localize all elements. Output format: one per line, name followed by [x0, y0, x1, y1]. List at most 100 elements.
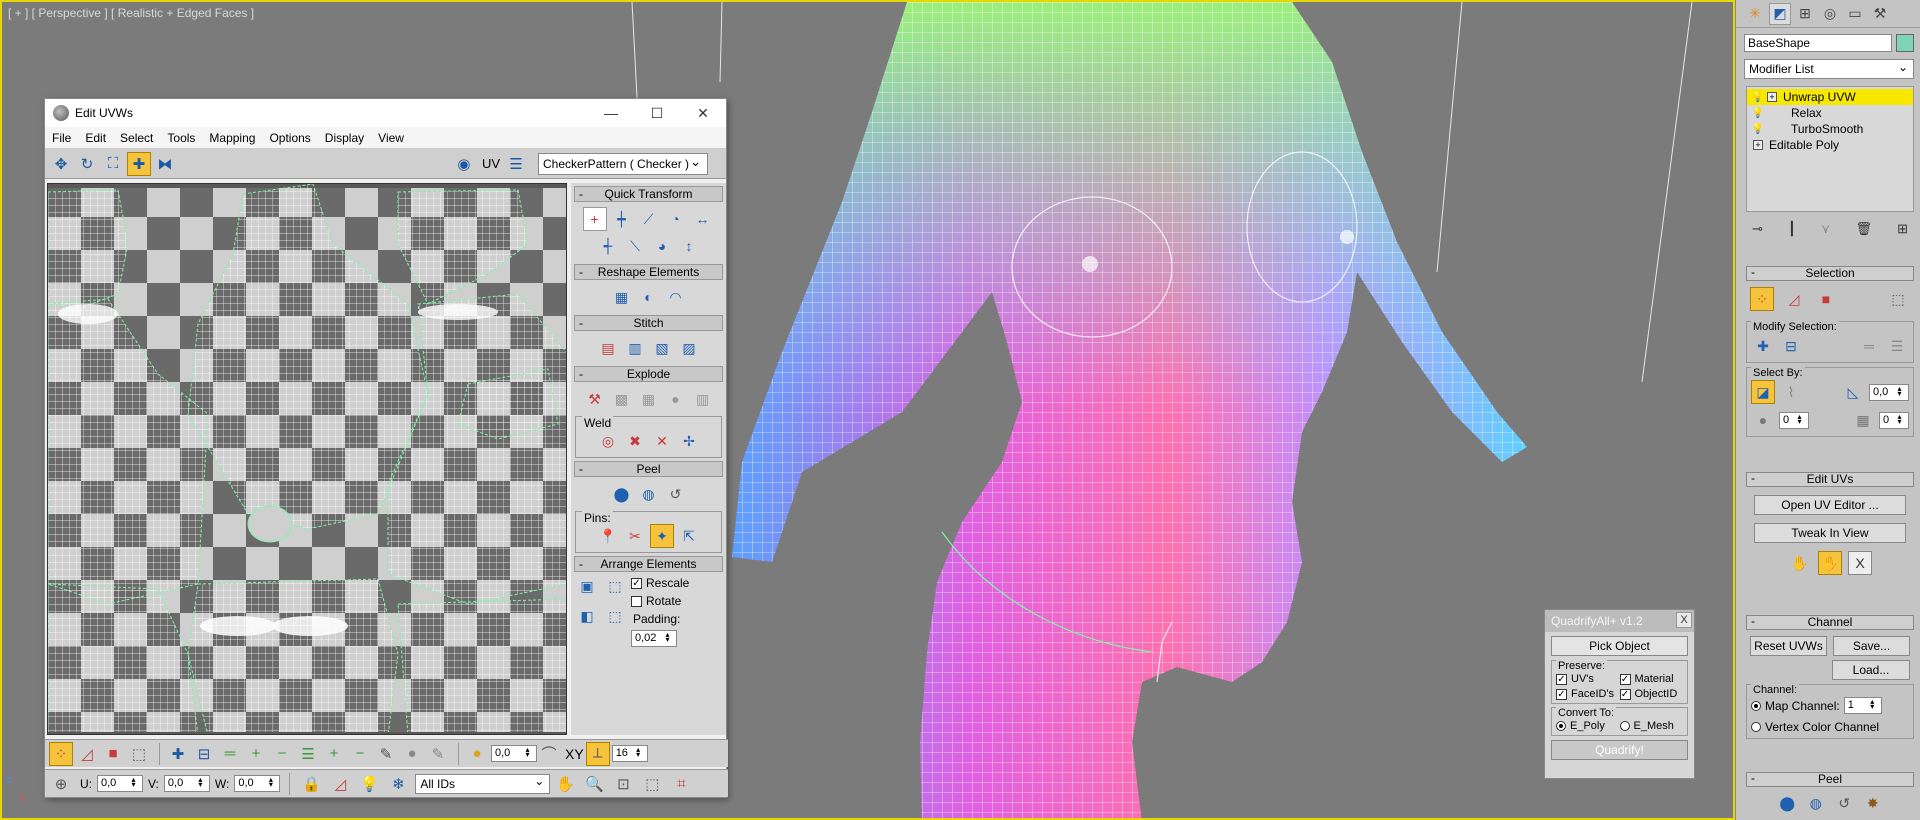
unpin-icon[interactable]: ✂: [623, 524, 647, 548]
padding-spinner[interactable]: 0,02: [631, 630, 677, 647]
bulb-icon[interactable]: 💡: [1751, 108, 1765, 119]
zoom-extents-icon[interactable]: ⬚: [640, 772, 664, 796]
ids-filter-select[interactable]: All IDs: [415, 773, 551, 794]
edge-mode-icon[interactable]: ◿: [75, 742, 99, 766]
paint-select-icon[interactable]: ✎: [374, 742, 398, 766]
relax-options-icon[interactable]: ◠: [664, 285, 688, 309]
space-vertical-icon[interactable]: ↕: [677, 234, 701, 258]
brush-strength-icon[interactable]: ✎: [426, 742, 450, 766]
hide-icon[interactable]: ◿: [328, 772, 352, 796]
stack-item-unwrap[interactable]: 💡 + Unwrap UVW: [1747, 89, 1913, 105]
convert-seams-icon[interactable]: ✸: [1862, 791, 1885, 815]
limit-icon[interactable]: ⟂: [585, 741, 610, 766]
reset-peel-icon[interactable]: ↺: [664, 482, 688, 506]
absolute-offset-icon[interactable]: ⊕: [49, 772, 73, 796]
maximize-button[interactable]: ☐: [634, 99, 680, 127]
edit-uvws-window[interactable]: Edit UVWs — ☐ ✕ File Edit Select Tools M…: [44, 98, 728, 798]
create-tab-icon[interactable]: ✳: [1744, 3, 1766, 25]
uvw-titlebar[interactable]: Edit UVWs — ☐ ✕: [45, 99, 726, 127]
pack-normalize-icon[interactable]: ▣: [575, 574, 599, 598]
weld-target-icon[interactable]: ◎: [596, 429, 620, 453]
display-tab-icon[interactable]: ▭: [1844, 3, 1866, 25]
smoothing-group-spinner[interactable]: 0: [1879, 411, 1909, 429]
map-channel-spinner[interactable]: 1: [1843, 697, 1882, 714]
vertex-mode-icon[interactable]: ⁘: [49, 741, 73, 766]
explode-header[interactable]: Explode: [574, 366, 723, 382]
relax-icon[interactable]: ◐: [637, 285, 661, 309]
edit-uvs-header[interactable]: Edit UVs: [1746, 472, 1914, 487]
menu-file[interactable]: File: [45, 131, 78, 145]
motion-tab-icon[interactable]: ◎: [1819, 3, 1841, 25]
bulb-icon[interactable]: 💡: [1751, 92, 1765, 103]
epoly-radio[interactable]: E_Poly: [1556, 720, 1620, 732]
polygon-icon[interactable]: ■: [1814, 287, 1838, 311]
bulb-icon[interactable]: 💡: [1751, 124, 1765, 135]
sel-by-mat-icon[interactable]: ●: [1751, 408, 1775, 432]
map-channel-radio[interactable]: Map Channel: 1: [1751, 697, 1909, 714]
rescale-checkbox[interactable]: ✓ Rescale: [631, 576, 689, 590]
selection-header[interactable]: Selection: [1746, 266, 1914, 281]
planar-angle-icon[interactable]: ◺: [1841, 380, 1865, 404]
lock-icon[interactable]: 🔒: [299, 772, 323, 796]
vertex-color-radio[interactable]: Vertex Color Channel: [1751, 720, 1909, 734]
menu-display[interactable]: Display: [318, 131, 371, 145]
pack-together-icon[interactable]: ⬚: [603, 574, 627, 598]
tweak-icon[interactable]: ✋: [1818, 551, 1842, 575]
save-button[interactable]: Save...: [1833, 636, 1910, 656]
show-map-icon[interactable]: ◉: [452, 152, 476, 176]
pin-icon[interactable]: 📍: [596, 524, 620, 548]
align-edge-icon[interactable]: ⟋: [637, 207, 661, 231]
flatten-icon[interactable]: ▦: [637, 387, 661, 411]
w-spinner[interactable]: 0,0: [234, 775, 281, 792]
pack-custom-icon[interactable]: ◧: [575, 604, 599, 628]
material-id-spinner[interactable]: 0: [1779, 411, 1809, 429]
modifier-list-dropdown[interactable]: Modifier List: [1744, 59, 1914, 79]
stack-item-turbosmooth[interactable]: 💡 TurboSmooth: [1747, 121, 1913, 137]
objectid-checkbox[interactable]: ✓ ObjectID: [1619, 688, 1684, 700]
uvs-checkbox[interactable]: ✓ UV's: [1556, 673, 1620, 685]
peel-header[interactable]: Peel: [1746, 772, 1914, 787]
select-pins-icon[interactable]: ⇱: [677, 524, 701, 548]
move-icon[interactable]: ✥: [49, 152, 73, 176]
space-horizontal-icon[interactable]: ↔: [691, 207, 715, 231]
soft-select-icon[interactable]: ●: [465, 742, 489, 766]
expand-icon[interactable]: +: [1753, 140, 1763, 150]
pan-icon[interactable]: ✋: [553, 772, 577, 796]
load-button[interactable]: Load...: [1832, 660, 1910, 680]
remove-modifier-icon[interactable]: 🗑: [1856, 221, 1873, 237]
align-horizontal-icon[interactable]: ┿: [610, 207, 634, 231]
pin-stack-icon[interactable]: ⊸: [1752, 221, 1763, 237]
rotate-icon[interactable]: ↻: [75, 152, 99, 176]
show-end-result-icon[interactable]: ┃: [1788, 221, 1796, 237]
grow-ring-icon[interactable]: +: [322, 742, 346, 766]
edge-distance-spinner[interactable]: 16: [611, 745, 648, 762]
shrink-loop-icon[interactable]: −: [270, 742, 294, 766]
grow-selection-icon[interactable]: ✚: [166, 742, 190, 766]
quadrify-close-button[interactable]: X: [1676, 612, 1692, 628]
edge-ring-icon[interactable]: ☰: [296, 742, 320, 766]
u-spinner[interactable]: 0,0: [97, 775, 143, 792]
face-mode-icon[interactable]: ■: [101, 742, 125, 766]
quadrify-dialog[interactable]: QuadrifyAll+ v1.2 X Pick Object Preserve…: [1544, 609, 1695, 779]
weld-all-icon[interactable]: ✢: [677, 429, 701, 453]
faceids-checkbox[interactable]: ✓ FaceID's: [1556, 688, 1620, 700]
object-color-swatch[interactable]: [1896, 34, 1914, 52]
bulb-icon[interactable]: 💡: [357, 772, 381, 796]
quick-transform-header[interactable]: Quick Transform: [574, 186, 723, 202]
rotate-checkbox[interactable]: Rotate: [631, 594, 689, 608]
minimize-button[interactable]: —: [588, 99, 634, 127]
explode-sphere-icon[interactable]: ●: [664, 387, 688, 411]
pick-object-button[interactable]: Pick Object: [1551, 636, 1688, 656]
uv-dropdown[interactable]: UV: [482, 156, 500, 171]
align-vertical-icon[interactable]: ┽: [596, 234, 620, 258]
object-name-field[interactable]: BaseShape: [1744, 34, 1892, 52]
peel-mode-icon[interactable]: ◍: [1805, 791, 1828, 815]
quadrify-titlebar[interactable]: QuadrifyAll+ v1.2 X: [1545, 610, 1694, 632]
quick-peel-icon[interactable]: ⬤: [610, 482, 634, 506]
stitch-source-icon[interactable]: ▤: [596, 336, 620, 360]
quick-peel-icon[interactable]: ⬤: [1776, 791, 1799, 815]
channel-header[interactable]: Channel: [1746, 615, 1914, 630]
expand-icon[interactable]: +: [1767, 92, 1777, 102]
shrink-selection-icon[interactable]: ⊟: [192, 742, 216, 766]
stitch-average-icon[interactable]: ▥: [623, 336, 647, 360]
